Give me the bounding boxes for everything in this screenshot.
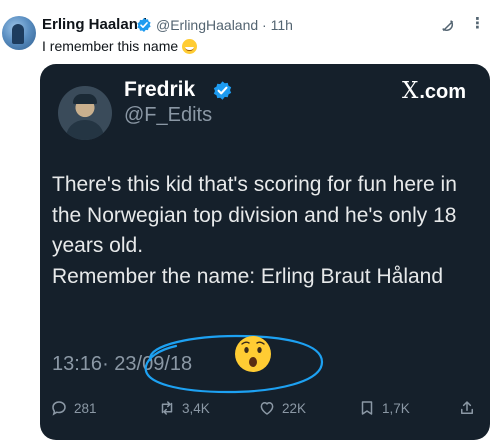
author-handle[interactable]: @ErlingHaaland bbox=[156, 17, 258, 33]
grinning-sweat-emoji-icon bbox=[182, 39, 198, 54]
like-button[interactable]: 22K bbox=[258, 399, 306, 417]
post-header: Erling Haaland @ErlingHaaland · 11h I re… bbox=[0, 0, 500, 60]
grok-icon[interactable] bbox=[440, 18, 456, 38]
post-actions-bar: 281 3,4K 22K 1,7K bbox=[40, 390, 490, 426]
separator-dot: · bbox=[262, 17, 267, 33]
verified-badge-icon bbox=[137, 18, 151, 32]
quoted-author-name[interactable]: Fredrik bbox=[124, 78, 195, 102]
verified-badge-icon bbox=[213, 81, 232, 100]
share-icon bbox=[461, 401, 473, 414]
bookmark-count: 1,7K bbox=[382, 400, 410, 416]
reply-count: 281 bbox=[74, 400, 97, 416]
site-label: X.com bbox=[401, 78, 466, 104]
more-options-icon[interactable]: ⋮ bbox=[470, 14, 485, 32]
author-name[interactable]: Erling Haaland bbox=[42, 16, 147, 33]
reply-button[interactable]: 281 bbox=[50, 399, 97, 417]
quoted-post-body: There's this kid that's scoring for fun … bbox=[52, 170, 482, 292]
quoted-post-line: Remember the name: Erling Braut Håland bbox=[52, 264, 444, 288]
repost-count: 3,4K bbox=[182, 400, 210, 416]
author-avatar[interactable] bbox=[2, 16, 36, 50]
author-handle-line: @ErlingHaaland · 11h bbox=[156, 17, 293, 33]
bookmark-icon bbox=[361, 401, 373, 415]
like-count: 22K bbox=[282, 400, 307, 416]
repost-button[interactable]: 3,4K bbox=[158, 399, 210, 417]
share-button[interactable] bbox=[458, 399, 476, 417]
repost-icon bbox=[161, 401, 173, 415]
quoted-author-avatar[interactable] bbox=[58, 86, 112, 140]
post-time[interactable]: 11h bbox=[271, 17, 293, 33]
quoted-post-line: There's this kid that's scoring for fun … bbox=[52, 173, 457, 257]
bookmark-button[interactable]: 1,7K bbox=[358, 399, 410, 417]
quoted-post-card[interactable]: Fredrik @F_Edits X.com There's this kid … bbox=[40, 64, 490, 440]
date-highlight-circle bbox=[144, 334, 324, 394]
astonished-face-emoji-icon bbox=[235, 336, 271, 372]
heart-icon bbox=[260, 402, 274, 415]
x-logo-icon: X bbox=[401, 78, 419, 104]
post-text: I remember this name bbox=[42, 38, 198, 54]
reply-icon bbox=[52, 401, 66, 416]
quoted-post-time: 13:16 bbox=[52, 353, 103, 375]
date-separator: · bbox=[102, 353, 109, 375]
quoted-author-handle[interactable]: @F_Edits bbox=[124, 104, 212, 127]
